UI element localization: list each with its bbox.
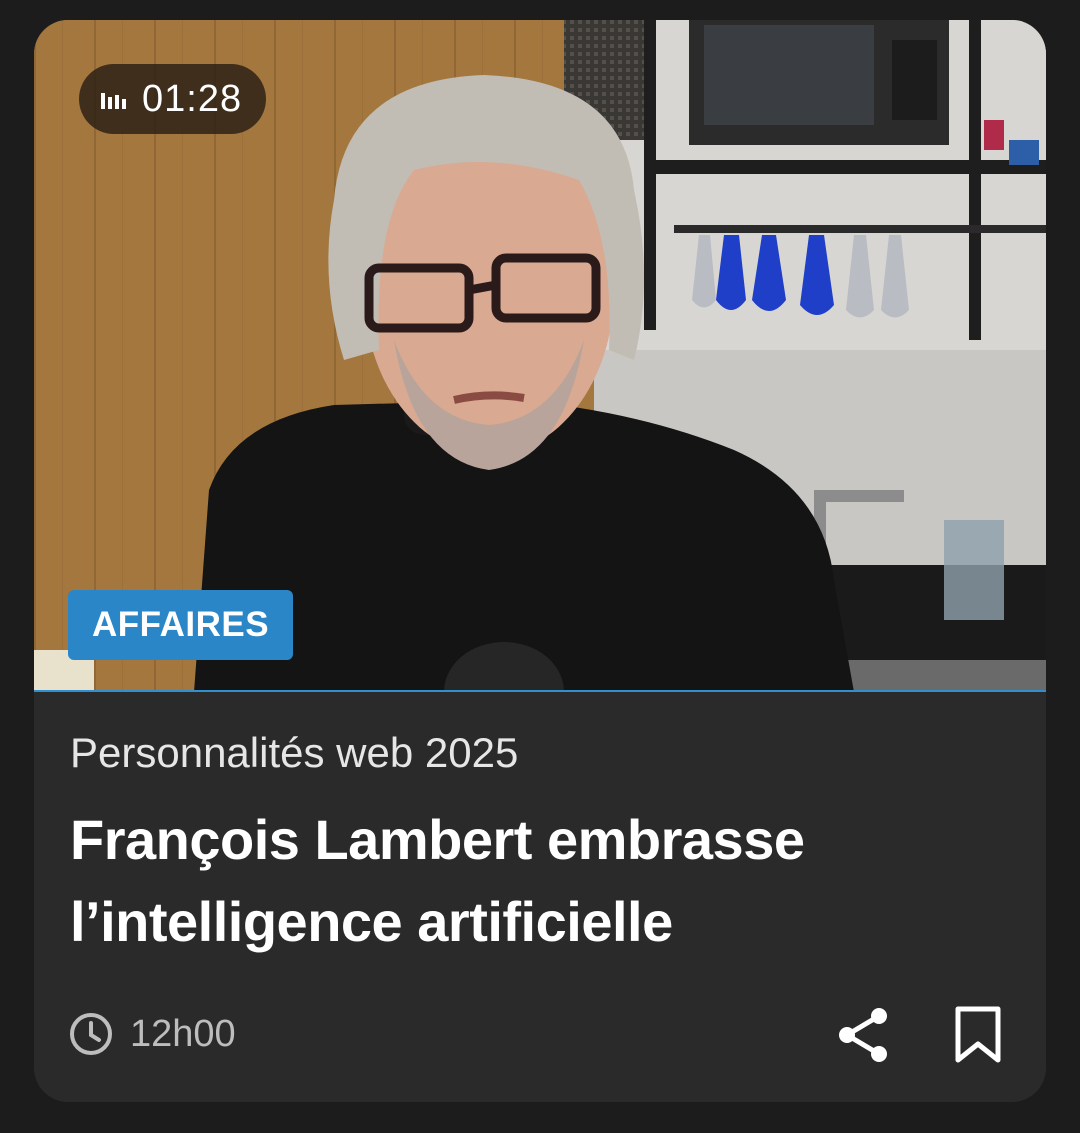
article-headline[interactable]: François Lambert embrasse l’intelligence… xyxy=(70,799,1010,963)
headline-line-2: l’intelligence artificielle xyxy=(70,890,673,953)
clock-icon xyxy=(70,1013,112,1055)
duration-badge: 01:28 xyxy=(79,64,267,134)
category-badge: AFFAIRES xyxy=(68,590,294,660)
article-kicker: Personnalités web 2025 xyxy=(70,729,519,776)
duration-text: 01:28 xyxy=(142,77,243,120)
video-thumbnail[interactable]: 01:28 AFFAIRES xyxy=(34,20,1046,692)
article-text[interactable]: Personnalités web 2025 François Lambert … xyxy=(70,725,1010,963)
publish-meta: 12h00 xyxy=(68,1008,236,1060)
bookmark-icon xyxy=(955,1006,1001,1063)
accent-divider xyxy=(34,690,1046,692)
bookmark-button[interactable] xyxy=(943,1000,1013,1070)
audio-bars-icon xyxy=(101,89,126,109)
publish-time: 12h00 xyxy=(130,1012,236,1055)
headline-line-1: François Lambert embrasse xyxy=(70,808,805,871)
share-icon xyxy=(839,1008,887,1062)
article-card[interactable]: 01:28 AFFAIRES Personnalités web 2025 Fr… xyxy=(34,20,1046,1102)
share-button[interactable] xyxy=(829,1000,899,1070)
